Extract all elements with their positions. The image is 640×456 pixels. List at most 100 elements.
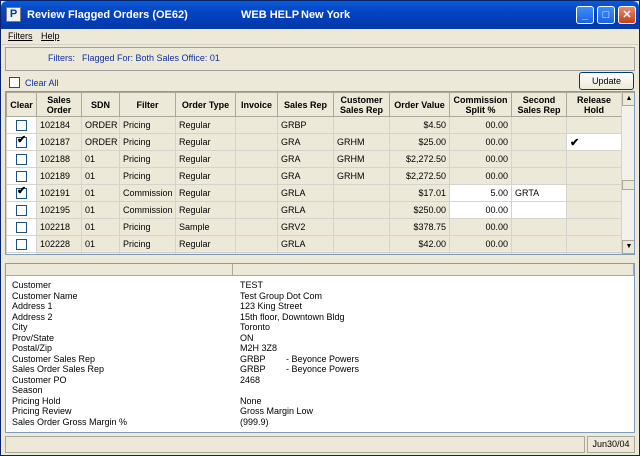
clear-all-checkbox[interactable] — [9, 77, 20, 88]
order-detail-panel: Customer TEST Customer Name Test Group Dot … — [5, 263, 635, 433]
cell-second[interactable]: GRTA — [511, 184, 567, 202]
clear-checkbox[interactable] — [16, 119, 27, 131]
cell-order: 102242 — [36, 252, 82, 254]
cell-filter: Pricing — [119, 133, 176, 151]
detail-row: Address 1 123 King Street — [12, 301, 302, 311]
table-row[interactable]: 102189 01 Pricing Regular GRA GRHM $2,272.50 00… — [6, 167, 622, 185]
table-row[interactable]: 102188 01 Pricing Regular GRA GRHM $2,272.50 00… — [6, 150, 622, 168]
close-button[interactable]: ✕ — [618, 6, 636, 24]
update-button[interactable]: Update — [579, 72, 634, 90]
maximize-icon: □ — [602, 9, 610, 21]
release-check-icon: ✔ — [570, 136, 580, 149]
release-hold-cell[interactable] — [566, 218, 622, 236]
cell-cust-rep — [333, 218, 390, 236]
cell-split[interactable]: 00.00 — [449, 201, 512, 219]
detail-row: Postal/Zip M2H 3Z8 — [12, 343, 277, 353]
cell-value: $250.00 — [389, 201, 450, 219]
detail-value: TEST — [240, 280, 264, 290]
column-header[interactable]: Clear — [6, 92, 37, 117]
cell-split[interactable]: 5.00 — [449, 184, 512, 202]
table-row[interactable]: 102184 ORDER Pricing Regular GRBP $4.50 00.00 — [6, 116, 622, 134]
cell-sdn: ORDER — [81, 133, 120, 151]
cell-split: 00.00 — [449, 167, 512, 185]
clear-checkbox[interactable] — [16, 221, 27, 233]
column-header[interactable]: Sales Order — [36, 92, 82, 117]
table-row[interactable]: ✔ 102191 01 Commission Regular GRLA $17.01 5.00… — [6, 184, 622, 202]
menu-filters[interactable]: Filters — [8, 31, 33, 41]
table-row[interactable]: 102195 01 Commission Regular GRLA $250.00 00.0… — [6, 201, 622, 219]
column-header[interactable]: Invoice — [235, 92, 278, 117]
release-hold-cell[interactable] — [566, 116, 622, 134]
cell-sdn: ORDER — [81, 252, 120, 254]
clear-cell — [6, 218, 37, 236]
scroll-down-icon[interactable]: ▼ — [622, 240, 634, 254]
menu-help[interactable]: Help — [41, 31, 60, 41]
cell-filter: Pricing — [119, 167, 176, 185]
menu-filters-label: Filters — [8, 31, 33, 41]
clear-checkbox[interactable]: ✔ — [16, 135, 27, 148]
filter-summary: Filters: Flagged For: Both Sales Office:… — [5, 47, 635, 71]
table-row[interactable]: 102242ORDERPricingRegular GRNAGRV1$346.00… — [6, 252, 622, 254]
column-header[interactable]: Second Sales Rep — [511, 92, 567, 117]
release-hold-cell[interactable] — [566, 201, 622, 219]
clear-checkbox[interactable] — [16, 153, 27, 165]
column-header[interactable]: SDN — [81, 92, 120, 117]
status-date: Jun30/04 — [587, 436, 635, 453]
cell-cust-rep: GRHM — [333, 167, 390, 185]
detail-row: Sales Order Sales Rep GRBP - Beyonce Power… — [12, 364, 359, 374]
grid-scrollbar[interactable]: ▲ ▼ — [621, 92, 634, 254]
detail-label: Customer Name — [12, 290, 78, 301]
cell-split: 00.00 — [449, 218, 512, 236]
clear-checkbox[interactable] — [16, 238, 27, 250]
release-hold-cell[interactable] — [566, 235, 622, 253]
column-header[interactable]: Filter — [119, 92, 176, 117]
cell-type: Regular — [175, 201, 236, 219]
release-hold-cell[interactable]: ✔ — [566, 133, 622, 151]
cell-order: 102218 — [36, 218, 82, 236]
cell-split: 00.00 — [449, 235, 512, 253]
cell-order: 102184 — [36, 116, 82, 134]
detail-header-label-column — [6, 264, 233, 276]
title-bar[interactable]: P Review Flagged Orders (OE62) WEB HELP … — [1, 1, 639, 29]
maximize-button[interactable]: □ — [597, 6, 615, 24]
clear-all-label[interactable]: Clear All — [25, 78, 59, 88]
release-hold-cell[interactable] — [566, 184, 622, 202]
table-row[interactable]: 102228 01 Pricing Regular GRLA $42.00 00.00 — [6, 235, 622, 253]
clear-checkbox[interactable] — [16, 170, 27, 182]
cell-filter: Pricing — [119, 116, 176, 134]
cell-value: $378.75 — [389, 218, 450, 236]
scroll-thumb[interactable] — [622, 180, 634, 190]
cell-invoice — [235, 235, 278, 253]
detail-value: GRBP — [240, 364, 266, 374]
column-header[interactable]: Order Type — [175, 92, 236, 117]
column-header[interactable]: Sales Rep — [277, 92, 334, 117]
clear-checkbox[interactable]: ✔ — [16, 186, 27, 199]
cell-second — [511, 116, 567, 134]
table-row[interactable]: 102218 01 Pricing Sample GRV2 $378.75 00.00 — [6, 218, 622, 236]
detail-value: Toronto — [240, 322, 271, 332]
column-header[interactable]: Order Value — [389, 92, 450, 117]
column-header[interactable]: Commission Split % — [449, 92, 512, 117]
release-hold-cell[interactable] — [566, 167, 622, 185]
minimize-button[interactable]: _ — [576, 6, 594, 24]
cell-second — [511, 235, 567, 253]
cell-second[interactable] — [511, 201, 567, 219]
detail-row: Pricing Hold None — [12, 395, 262, 406]
table-row[interactable]: ✔ 102187 ORDER Pricing Regular GRA GRHM $25.00 0… — [6, 133, 622, 151]
cell-type: Regular — [175, 252, 236, 254]
cell-filter: Pricing — [119, 218, 176, 236]
release-hold-cell[interactable] — [566, 150, 622, 168]
release-hold-cell[interactable] — [566, 252, 622, 254]
orders-table: Clear Sales Order SDN Filter Order Type Invoi… — [6, 92, 622, 254]
clear-checkbox[interactable] — [16, 204, 27, 216]
window-title: Review Flagged Orders (OE62) — [27, 9, 188, 21]
clear-cell — [6, 201, 37, 219]
detail-rep-name: - Beyonce Powers — [286, 364, 360, 374]
filter-value: Flagged For: Both Sales Office: 01 — [82, 53, 220, 63]
detail-row: Customer TEST — [12, 280, 263, 290]
column-header[interactable]: Release Hold — [566, 92, 622, 117]
column-header[interactable]: Customer Sales Rep — [333, 92, 390, 117]
scroll-up-icon[interactable]: ▲ — [622, 92, 634, 106]
detail-row: Sales Order Gross Margin % (999.9) — [12, 417, 269, 427]
detail-label: Pricing Hold — [12, 395, 61, 406]
